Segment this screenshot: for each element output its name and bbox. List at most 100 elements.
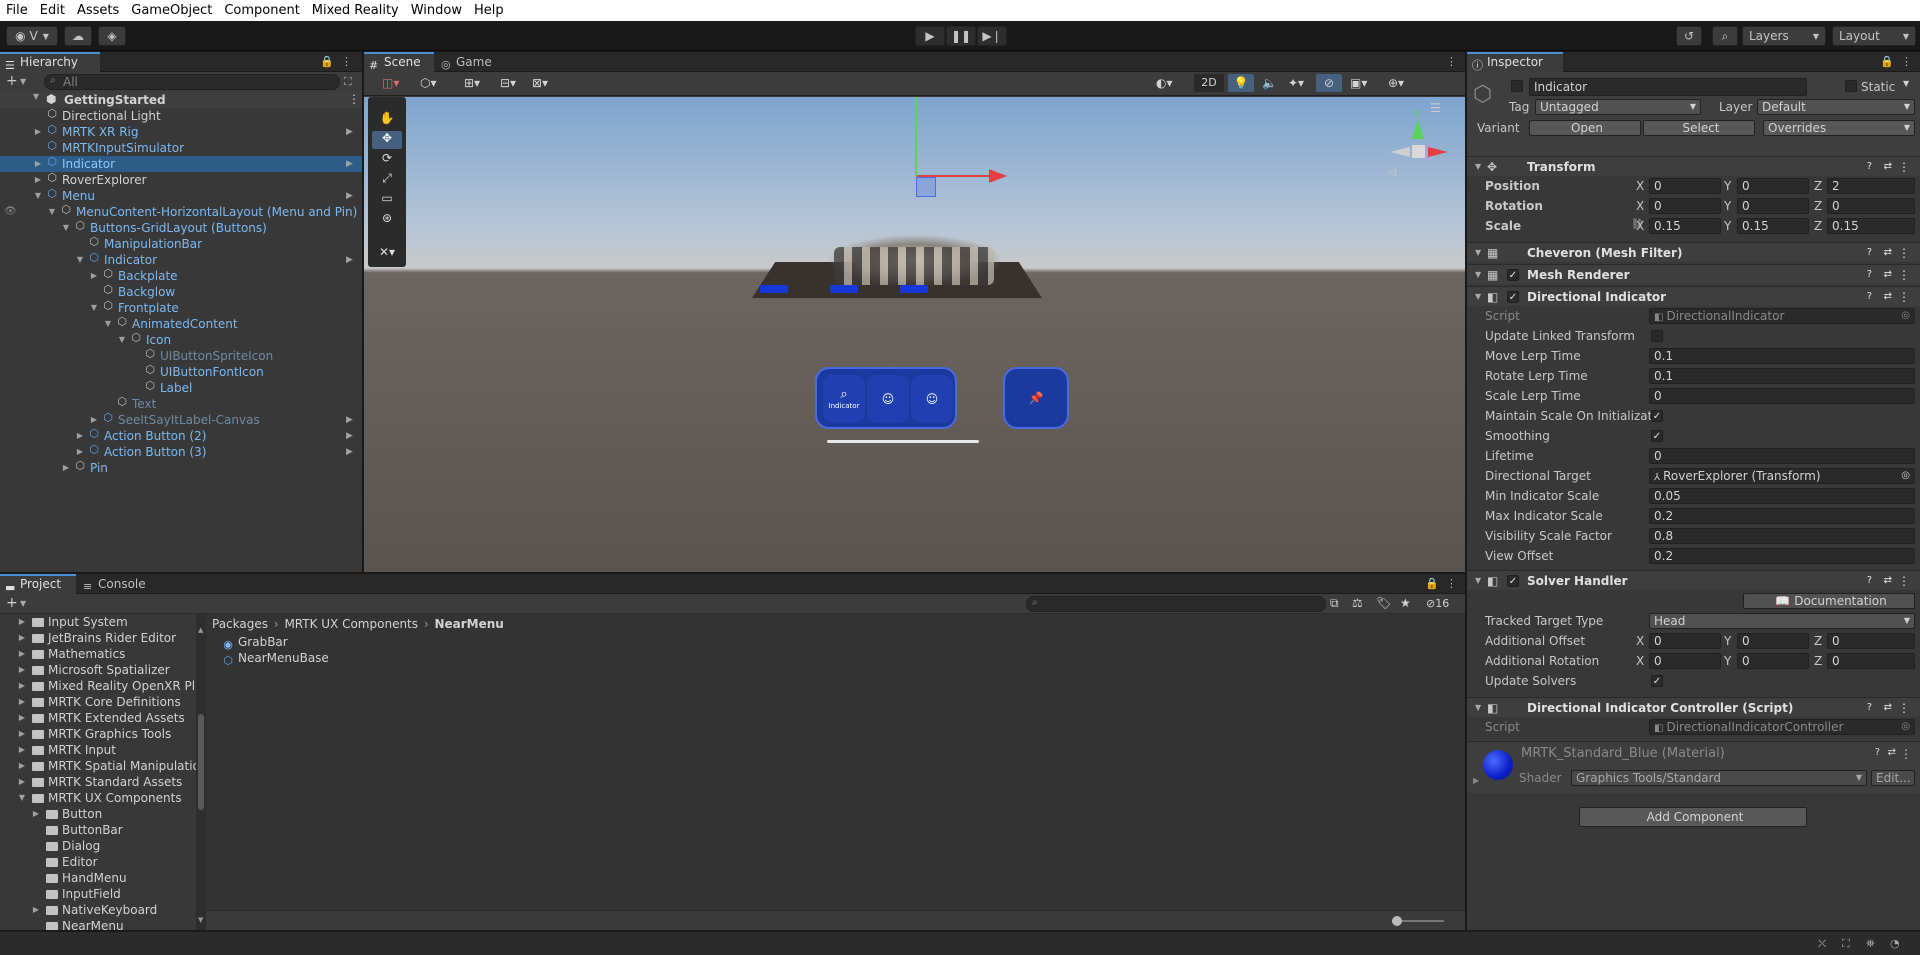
render-icon[interactable]: ◐▾ bbox=[1156, 76, 1173, 90]
chevron-down-icon[interactable]: ▼ bbox=[1475, 698, 1481, 718]
preset-icon[interactable]: ⇄ bbox=[1884, 287, 1892, 307]
pause-button[interactable]: ❚❚ bbox=[946, 26, 976, 46]
additional-rotation-y-input[interactable]: 0 bbox=[1737, 653, 1809, 669]
progress-icon[interactable]: ◔ bbox=[1890, 937, 1900, 950]
orientation-gizmo[interactable]: y ◁ bbox=[1384, 107, 1454, 183]
project-search-input[interactable] bbox=[1026, 596, 1326, 612]
chevron-right-icon[interactable]: ▶ bbox=[16, 630, 28, 646]
more-icon[interactable]: ⋮ bbox=[1898, 243, 1910, 263]
breadcrumb-item[interactable]: MRTK UX Components bbox=[284, 617, 418, 631]
field-input[interactable]: 0 bbox=[1649, 388, 1915, 404]
preset-icon[interactable]: ⇄ bbox=[1884, 243, 1892, 263]
folder-tree-item[interactable]: Editor bbox=[0, 854, 196, 870]
hierarchy-item[interactable]: ▶⬡Pin bbox=[0, 460, 362, 476]
asset-item[interactable]: ⬡NearMenuBase bbox=[222, 650, 522, 666]
search-by-type-icon[interactable]: ⧉ bbox=[1330, 596, 1339, 611]
link-icon[interactable]: ⛓ bbox=[1631, 219, 1644, 230]
field-checkbox[interactable]: ✓ bbox=[1651, 430, 1663, 442]
folder-tree-item[interactable]: ▶JetBrains Rider Editor bbox=[0, 630, 196, 646]
chevron-down-icon[interactable]: ▼ bbox=[20, 599, 26, 608]
folder-tree-item[interactable]: ▶Mathematics bbox=[0, 646, 196, 662]
menu-item-gameobject[interactable]: GameObject bbox=[125, 0, 218, 21]
folder-tree-item[interactable]: Dialog bbox=[0, 838, 196, 854]
add-icon[interactable]: + bbox=[6, 595, 18, 611]
lock-icon[interactable]: 🔒 bbox=[320, 55, 334, 68]
chevron-down-icon[interactable]: ▼ bbox=[32, 188, 44, 204]
layers-dropdown[interactable]: Layers ▼ bbox=[1742, 26, 1826, 46]
folder-tree-item[interactable]: ▶Microsoft Spatializer bbox=[0, 662, 196, 678]
effects-icon[interactable]: ✦▾ bbox=[1288, 76, 1304, 90]
open-prefab-icon[interactable]: ▶ bbox=[346, 444, 353, 460]
more-icon[interactable]: ⋮ bbox=[1898, 571, 1910, 591]
additional-rotation-z-input[interactable]: 0 bbox=[1827, 653, 1915, 669]
chevron-right-icon[interactable]: ▶ bbox=[74, 428, 86, 444]
hierarchy-item[interactable]: ▶⬡MRTK XR Rig▶ bbox=[0, 124, 362, 140]
open-prefab-icon[interactable]: ▶ bbox=[346, 188, 353, 204]
near-menu-buttons[interactable]: ⌕ Indicator ☺ ☺ bbox=[815, 367, 957, 429]
hierarchy-item[interactable]: ▼⬡MenuContent-HorizontalLayout (Menu and… bbox=[0, 204, 362, 220]
chevron-right-icon[interactable]: ▶ bbox=[32, 156, 44, 172]
rotation-z-input[interactable]: 0 bbox=[1827, 198, 1915, 214]
more-icon[interactable]: ⋮ bbox=[341, 55, 352, 68]
chevron-right-icon[interactable]: ▶ bbox=[88, 268, 100, 284]
field-input[interactable]: 0.2 bbox=[1649, 508, 1915, 524]
enabled-checkbox[interactable]: ✓ bbox=[1507, 269, 1519, 281]
chevron-right-icon[interactable]: ▶ bbox=[1473, 776, 1479, 785]
rotate-tool-icon[interactable]: ⟳ bbox=[372, 151, 402, 169]
chevron-right-icon[interactable]: ▶ bbox=[16, 774, 28, 790]
scale-x-input[interactable]: 0.15 bbox=[1649, 218, 1721, 234]
chevron-right-icon[interactable]: ▶ bbox=[16, 646, 28, 662]
field-input[interactable]: 0.2 bbox=[1649, 548, 1915, 564]
folder-tree-item[interactable]: ▼MRTK UX Components bbox=[0, 790, 196, 806]
menu-button-3[interactable]: ☺ bbox=[911, 375, 953, 423]
chevron-right-icon[interactable]: ▶ bbox=[16, 710, 28, 726]
documentation-button[interactable]: 📖Documentation bbox=[1743, 593, 1915, 609]
hierarchy-item[interactable]: ⬡Backglow bbox=[0, 284, 362, 300]
chevron-down-icon[interactable]: ▼ bbox=[88, 300, 100, 316]
chevron-right-icon[interactable]: ▶ bbox=[32, 172, 44, 188]
folder-tree-item[interactable]: ▶MRTK Spatial Manipulatio bbox=[0, 758, 196, 774]
help-icon[interactable]: ? bbox=[1875, 747, 1880, 758]
ruler-icon[interactable]: ⊠▾ bbox=[532, 76, 548, 90]
enabled-checkbox[interactable]: ✓ bbox=[1507, 291, 1519, 303]
filter-icon[interactable]: ⚖ bbox=[1352, 596, 1363, 610]
hidden-packages-button[interactable]: ⊘16 bbox=[1426, 597, 1449, 610]
hierarchy-item[interactable]: ⬡UIButtonSpriteIcon bbox=[0, 348, 362, 364]
draw-mode-icon[interactable]: ◫▾ bbox=[382, 76, 399, 90]
open-prefab-button[interactable]: Open bbox=[1529, 120, 1641, 136]
help-icon[interactable]: ? bbox=[1867, 265, 1872, 285]
object-picker-icon[interactable]: ◎ bbox=[1901, 720, 1910, 734]
folder-tree-item[interactable]: ButtonBar bbox=[0, 822, 196, 838]
tag-dropdown[interactable]: Untagged▼ bbox=[1535, 99, 1701, 115]
camera-icon[interactable]: ▣▾ bbox=[1350, 76, 1367, 90]
bug-icon[interactable]: ⛯ bbox=[1866, 937, 1875, 951]
menu-item-assets[interactable]: Assets bbox=[71, 0, 125, 21]
more-icon[interactable]: ⋮ bbox=[1900, 747, 1912, 761]
grab-bar[interactable] bbox=[827, 440, 979, 443]
additional-offset-z-input[interactable]: 0 bbox=[1827, 633, 1915, 649]
breadcrumb-item[interactable]: NearMenu bbox=[434, 617, 503, 631]
menu-item-edit[interactable]: Edit bbox=[34, 0, 71, 21]
additional-offset-y-input[interactable]: 0 bbox=[1737, 633, 1809, 649]
audio-icon[interactable]: 🔈 bbox=[1262, 76, 1277, 90]
position-x-input[interactable]: 0 bbox=[1649, 178, 1721, 194]
chevron-down-icon[interactable]: ▼ bbox=[1475, 265, 1481, 285]
folder-tree-item[interactable]: NearMenu bbox=[0, 918, 196, 930]
chevron-right-icon[interactable]: ▶ bbox=[16, 742, 28, 758]
chevron-right-icon[interactable]: ▶ bbox=[32, 124, 44, 140]
transform-tool-icon[interactable]: ⊛ bbox=[372, 211, 402, 229]
chevron-down-icon[interactable]: ▼ bbox=[46, 204, 58, 220]
object-picker-icon[interactable]: ◎ bbox=[1901, 469, 1910, 483]
menu-item-help[interactable]: Help bbox=[468, 0, 510, 21]
position-y-input[interactable]: 0 bbox=[1737, 178, 1809, 194]
menu-button-2[interactable]: ☺ bbox=[867, 375, 909, 423]
more-icon[interactable]: ⋮ bbox=[1901, 55, 1912, 68]
gizmos-icon[interactable]: ⊕▾ bbox=[1388, 76, 1404, 90]
hierarchy-item[interactable]: ▶⬡Backplate bbox=[0, 268, 362, 284]
plane-handle[interactable] bbox=[916, 177, 936, 197]
chevron-down-icon[interactable]: ▼ bbox=[1475, 287, 1481, 307]
help-icon[interactable]: ? bbox=[1867, 287, 1872, 307]
more-icon[interactable]: ⋮ bbox=[1446, 577, 1457, 590]
field-input[interactable]: 0.1 bbox=[1649, 368, 1915, 384]
scale-y-input[interactable]: 0.15 bbox=[1737, 218, 1809, 234]
